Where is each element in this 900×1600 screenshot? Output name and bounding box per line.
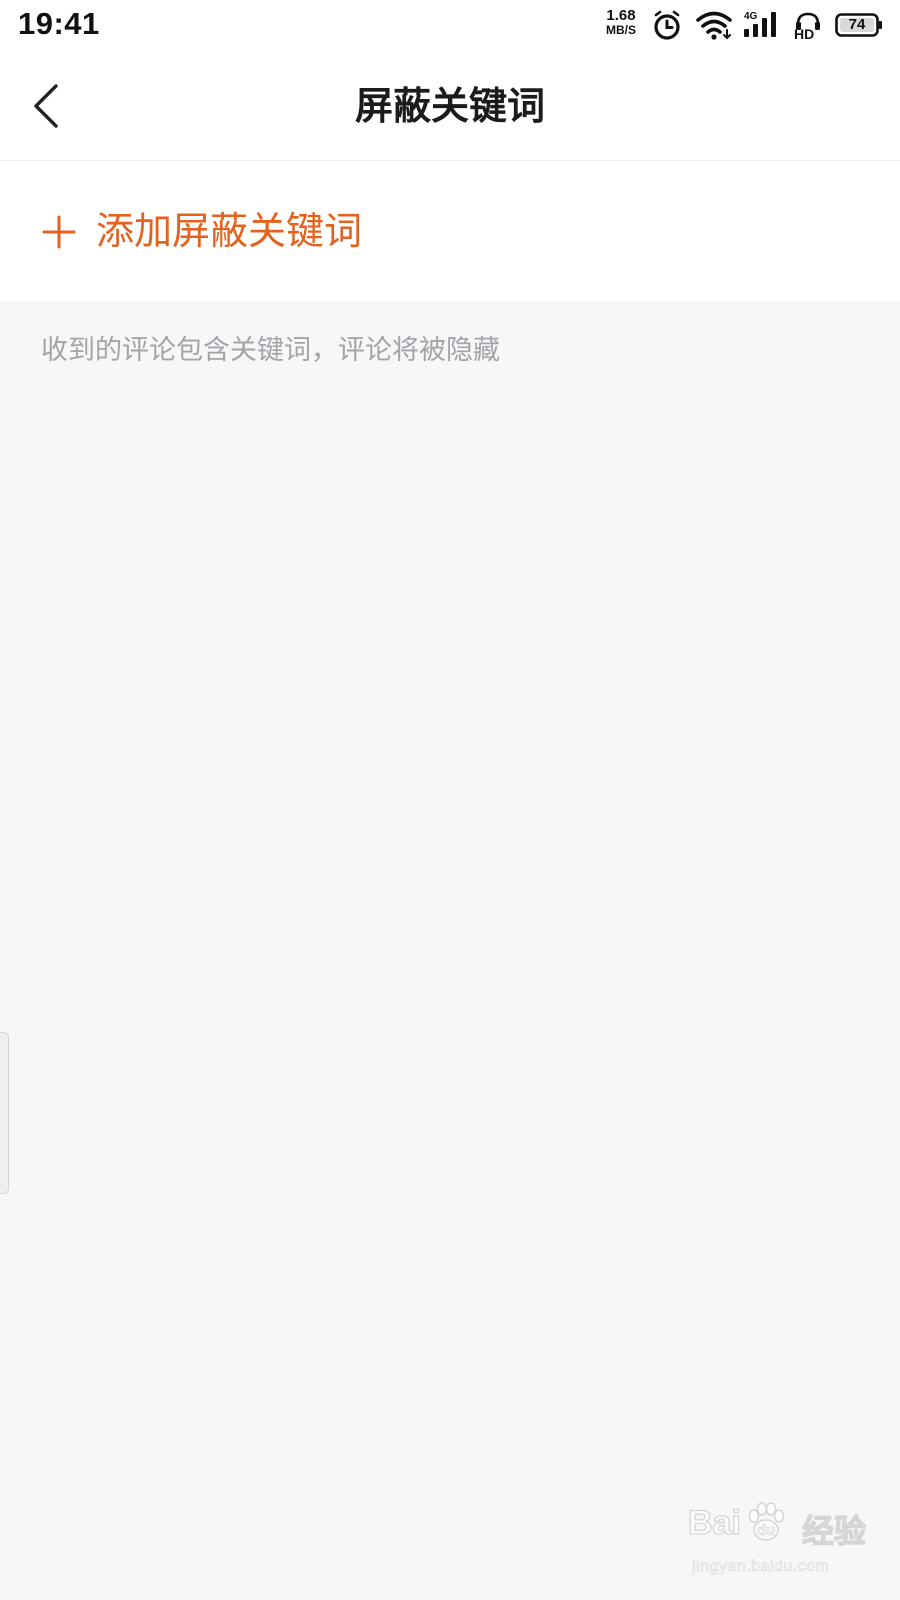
signal-icon: 4G [744, 11, 776, 37]
watermark-product: 经验 [801, 1511, 867, 1550]
watermark-url: jingyan.baidu.com [692, 1558, 830, 1576]
baidu-jingyan-watermark: Bai du 经验 jingyan.baidu.com [687, 1502, 888, 1594]
screen: 19:41 1.68 MB/S 4G HD 74 屏蔽关键词 添加屏蔽关键词 收… [0, 0, 900, 1600]
status-time: 19:41 [18, 6, 100, 41]
status-bar: 19:41 1.68 MB/S 4G HD 74 [0, 0, 900, 52]
network-speed: 1.68 MB/S [600, 7, 642, 37]
battery-level: 74 [848, 16, 866, 33]
add-keyword-label: 添加屏蔽关键词 [96, 209, 363, 253]
add-keyword-button[interactable]: 添加屏蔽关键词 [0, 161, 900, 301]
signal-type-label: 4G [744, 11, 758, 22]
alarm-icon [654, 10, 680, 40]
chevron-left-icon [34, 84, 58, 128]
hd-label: HD [794, 26, 814, 40]
plus-icon [42, 215, 76, 249]
wifi-icon [696, 11, 732, 40]
network-speed-unit: MB/S [606, 23, 636, 37]
hd-icon: HD [794, 12, 820, 40]
nav-bar: 屏蔽关键词 [0, 52, 900, 161]
side-handle[interactable] [0, 1032, 9, 1194]
network-speed-value: 1.68 [606, 7, 636, 24]
hint-text: 收到的评论包含关键词，评论将被隐藏 [41, 335, 500, 366]
paw-icon: du [748, 1502, 785, 1541]
page-title: 屏蔽关键词 [354, 84, 545, 128]
watermark-brand-right: du [757, 1522, 775, 1539]
watermark-brand-left: Bai [687, 1503, 741, 1542]
back-button[interactable] [20, 74, 80, 138]
